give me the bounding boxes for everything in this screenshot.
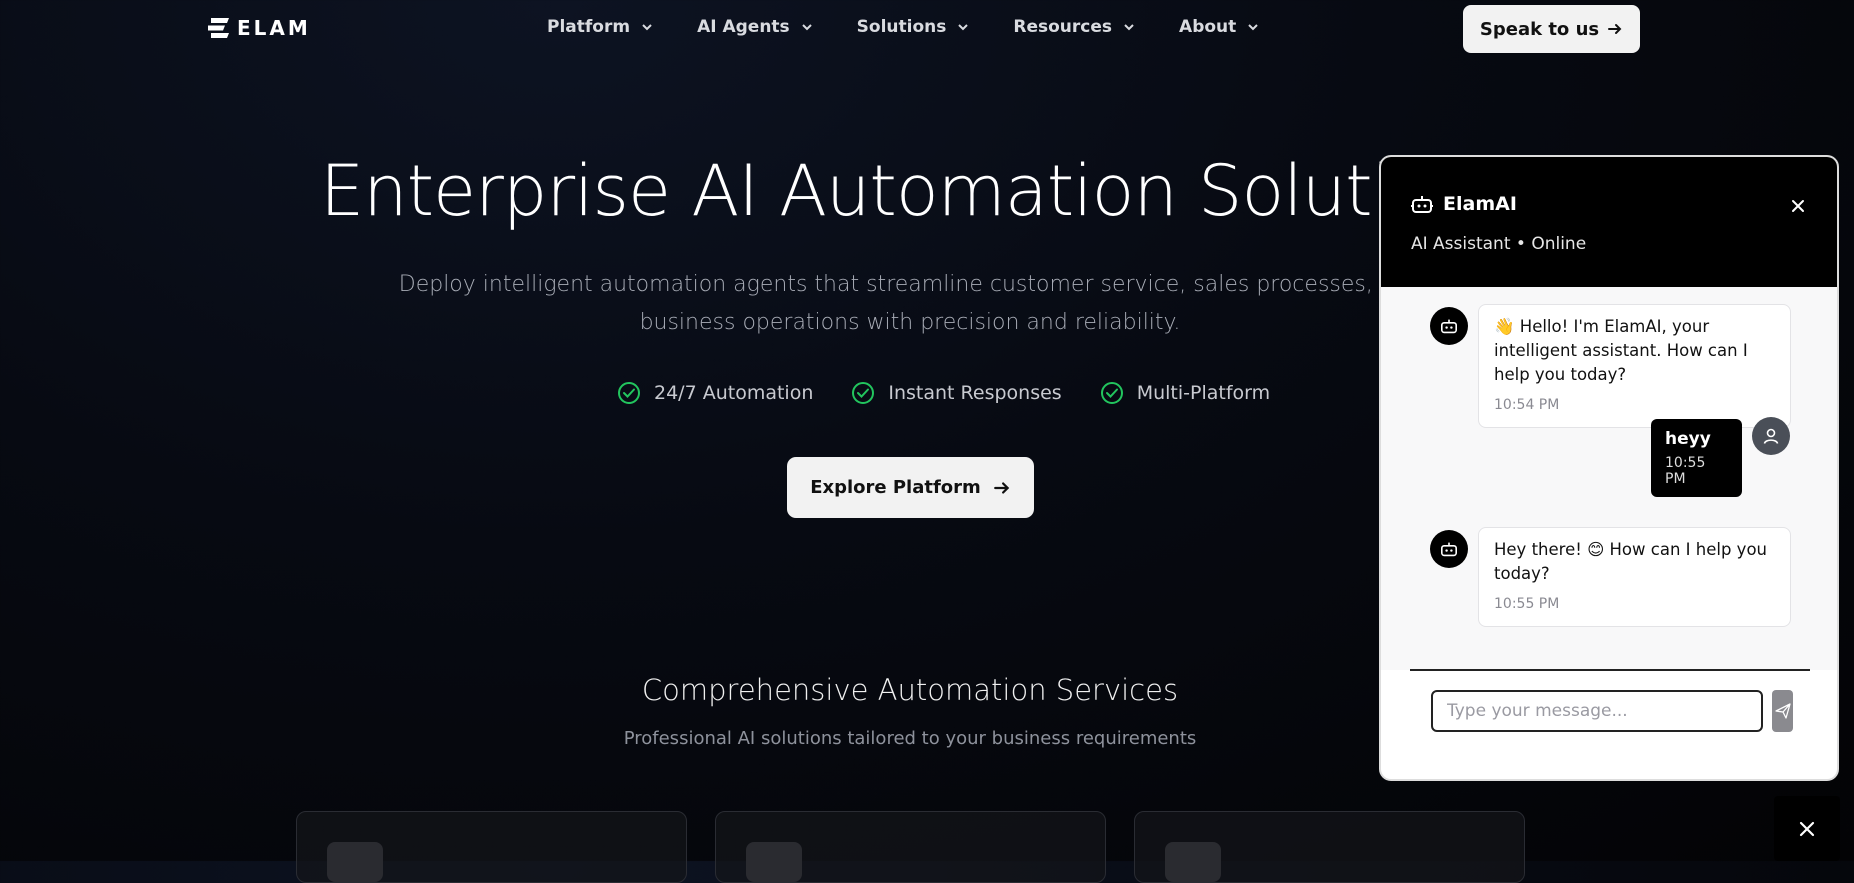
bot-icon (1441, 542, 1457, 557)
nav-about[interactable]: About (1179, 17, 1260, 37)
message-time: 10:55 PM (1665, 455, 1706, 487)
explore-platform-label: Explore Platform (810, 477, 981, 498)
chat-status: AI Assistant • Online (1411, 234, 1587, 254)
service-card[interactable] (1134, 811, 1525, 883)
message-time: 10:55 PM (1494, 596, 1560, 612)
close-icon[interactable] (1789, 197, 1807, 215)
chevron-down-icon (1124, 24, 1134, 31)
feature-item: 24/7 Automation (617, 381, 813, 405)
services-subtitle: Professional AI solutions tailored to yo… (623, 728, 1197, 749)
service-card-icon (1165, 842, 1221, 882)
bot-message: 👋 Hello! I'm ElamAI, your intelligent as… (1478, 304, 1791, 428)
main-nav: Platform AI Agents Solutions Resources A… (547, 17, 1303, 37)
nav-solutions[interactable]: Solutions (857, 17, 971, 37)
nav-label: Solutions (856, 17, 947, 37)
hero-title: Enterprise AI Automation Solutions (320, 150, 1512, 232)
feature-list: 24/7 Automation Instant Responses Multi-… (617, 381, 1308, 405)
bot-avatar (1430, 307, 1468, 345)
nav-ai-agents[interactable]: AI Agents (697, 17, 814, 37)
nav-platform[interactable]: Platform (547, 17, 654, 37)
send-icon (1774, 703, 1791, 719)
send-button[interactable] (1772, 690, 1793, 732)
feature-label: 24/7 Automation (654, 382, 814, 404)
user-avatar (1752, 417, 1790, 455)
bot-icon (1411, 196, 1433, 213)
message-time: 10:54 PM (1494, 397, 1560, 413)
nav-resources[interactable]: Resources (1013, 17, 1136, 37)
speak-to-us-label: Speak to us (1479, 18, 1600, 40)
nav-label: About (1179, 17, 1237, 37)
check-circle-icon (1100, 382, 1123, 404)
services-title: Comprehensive Automation Services (641, 673, 1179, 707)
elam-logo-icon (208, 18, 229, 38)
check-circle-icon (852, 382, 875, 404)
close-icon (1799, 821, 1815, 836)
chat-toggle-close-button[interactable] (1774, 796, 1840, 861)
bot-icon (1441, 319, 1457, 334)
nav-label: AI Agents (697, 17, 790, 37)
message-text: heyy (1665, 429, 1711, 449)
feature-label: Multi-Platform (1136, 382, 1271, 404)
explore-platform-button[interactable]: Explore Platform (787, 457, 1034, 518)
service-card-icon (746, 842, 802, 882)
check-circle-icon (618, 382, 640, 404)
nav-label: Resources (1013, 17, 1113, 37)
chevron-down-icon (1248, 24, 1258, 31)
feature-item: Multi-Platform (1100, 381, 1270, 405)
bot-message: Hey there! 😊 How can I help you today? 1… (1478, 527, 1791, 627)
logo-text: ELAM (237, 16, 311, 40)
chat-header: ElamAI AI Assistant • Online (1381, 157, 1837, 287)
service-card-icon (327, 842, 383, 882)
arrow-right-icon (1608, 24, 1622, 34)
user-icon (1763, 428, 1779, 444)
bot-avatar (1430, 530, 1468, 568)
message-text: 👋 Hello! I'm ElamAI, your intelligent as… (1494, 317, 1748, 384)
arrow-right-icon (993, 481, 1010, 494)
user-message: heyy 10:55 PM (1651, 419, 1742, 497)
chat-title: ElamAI (1411, 193, 1517, 215)
speak-to-us-button[interactable]: Speak to us (1463, 5, 1640, 53)
chat-divider (1410, 669, 1810, 671)
chevron-down-icon (958, 24, 969, 31)
feature-item: Instant Responses (851, 381, 1062, 405)
chat-messages[interactable]: 👋 Hello! I'm ElamAI, your intelligent as… (1381, 287, 1837, 670)
hero-subtitle: Deploy intelligent automation agents tha… (398, 272, 1422, 335)
service-card[interactable] (715, 811, 1106, 883)
chat-widget: ElamAI AI Assistant • Online 👋 Hello! I'… (1379, 155, 1839, 781)
nav-label: Platform (547, 17, 631, 37)
chat-title-text: ElamAI (1443, 193, 1517, 215)
chevron-down-icon (642, 24, 652, 31)
service-card[interactable] (296, 811, 687, 883)
feature-label: Instant Responses (888, 382, 1062, 404)
message-text: Hey there! 😊 How can I help you today? (1494, 540, 1767, 583)
chevron-down-icon (801, 24, 812, 31)
elam-logo[interactable]: ELAM (205, 15, 311, 41)
chat-message-input[interactable] (1431, 690, 1763, 732)
